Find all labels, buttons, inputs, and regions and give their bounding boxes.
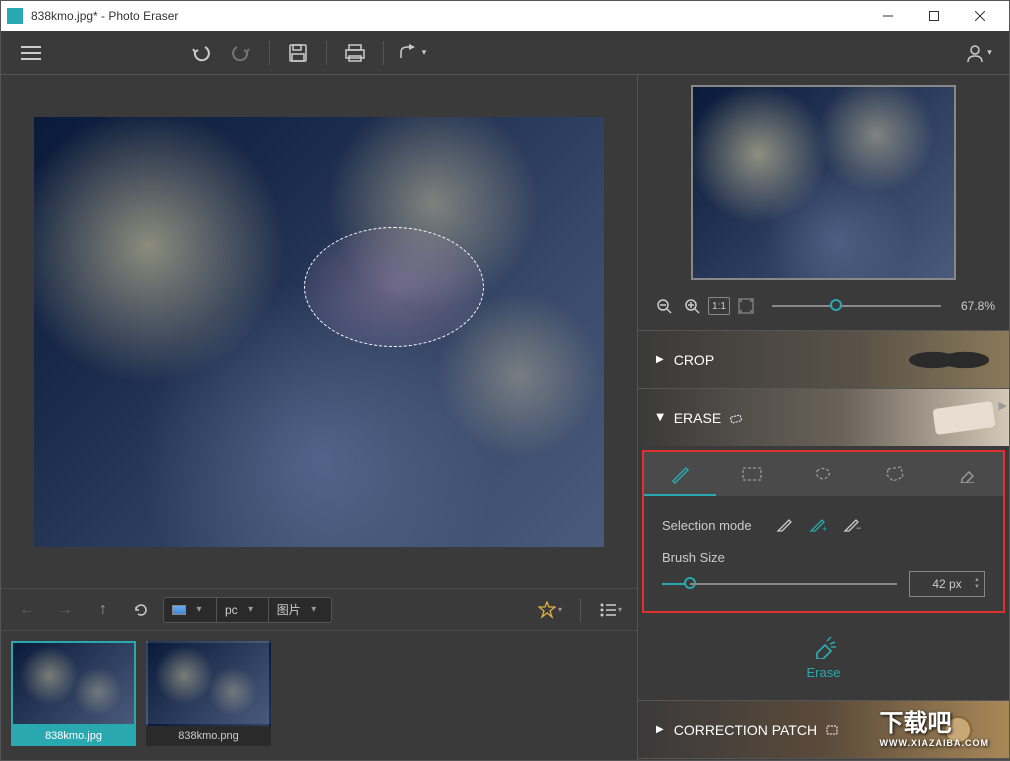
separator: [580, 598, 581, 622]
erase-tool-tabs: [644, 452, 1003, 496]
nav-up-button[interactable]: ↑: [87, 594, 119, 626]
window-title: 838kmo.jpg* - Photo Eraser: [31, 9, 865, 23]
canvas-viewport[interactable]: [1, 75, 637, 588]
brush-size-slider[interactable]: [662, 574, 897, 594]
selection-mode-add[interactable]: +: [806, 514, 830, 536]
svg-text:−: −: [856, 523, 861, 533]
brush-size-value[interactable]: 42 px ▲▼: [909, 571, 985, 597]
separator: [383, 41, 384, 65]
eraser-tool-tab[interactable]: [931, 452, 1003, 496]
patch-tool-icon: [825, 724, 839, 736]
canvas-area: ← → ↑ ▾ pc▾ 图片▾ ▾ ▾ 838kmo.jpg 838kmo.pn…: [1, 75, 637, 760]
erase-panel: Selection mode + − Brush Size 42 px ▲▼: [642, 450, 1005, 613]
crumb-pc[interactable]: pc: [225, 603, 238, 617]
thumbnail-image: [11, 641, 136, 726]
undo-button[interactable]: [181, 34, 221, 72]
selection-mode-new[interactable]: [772, 514, 796, 536]
share-button[interactable]: ▾: [392, 34, 432, 72]
thumbnail-label: 838kmo.jpg: [11, 726, 136, 746]
marquee-tool-tab[interactable]: [716, 452, 788, 496]
thumbnail-image: [146, 641, 271, 726]
accordion-correction[interactable]: ▶ CORRECTION PATCH: [638, 700, 1009, 758]
lasso-tool-tab[interactable]: [788, 452, 860, 496]
selection-marquee[interactable]: [304, 227, 484, 347]
accordion-erase[interactable]: ▶ ERASE: [638, 388, 1009, 446]
zoom-actual-button[interactable]: 1:1: [708, 297, 730, 315]
favorite-button[interactable]: ▾: [534, 594, 566, 626]
main-toolbar: ▾ ▾: [1, 31, 1009, 75]
print-button[interactable]: [335, 34, 375, 72]
zoom-value: 67.8%: [955, 299, 995, 313]
accordion-crop[interactable]: ▶ CROP: [638, 330, 1009, 388]
accordion-erase-label: ERASE: [674, 410, 721, 426]
maximize-button[interactable]: [911, 1, 957, 31]
canvas-image[interactable]: [34, 117, 604, 547]
panel-collapse-arrow[interactable]: ▶: [999, 399, 1007, 412]
separator: [326, 41, 327, 65]
brush-tool-tab[interactable]: [644, 452, 716, 496]
nav-refresh-button[interactable]: [125, 594, 157, 626]
accordion-crop-label: CROP: [674, 352, 714, 368]
spinner-icon[interactable]: ▲▼: [972, 572, 982, 596]
nav-forward-button[interactable]: →: [49, 594, 81, 626]
preview-image[interactable]: [691, 85, 956, 280]
separator: [269, 41, 270, 65]
close-button[interactable]: [957, 1, 1003, 31]
accordion-clone[interactable]: ▶ CLONE STAMP: [638, 758, 1009, 760]
selection-mode-label: Selection mode: [662, 518, 772, 533]
zoom-controls: 1:1 67.8%: [638, 290, 1009, 330]
tools-accordion: ▶ CROP ▶ ERASE Selection: [638, 330, 1009, 760]
erase-button[interactable]: Erase: [807, 637, 841, 680]
thumbnail-label: 838kmo.png: [146, 726, 271, 746]
chevron-right-icon: ▶: [656, 724, 664, 735]
brush-size-label: Brush Size: [662, 550, 985, 565]
view-options-button[interactable]: ▾: [595, 594, 627, 626]
erase-button-label: Erase: [807, 665, 841, 680]
erase-action-area: Erase: [638, 617, 1009, 700]
svg-text:+: +: [822, 524, 827, 533]
thumbnail-item[interactable]: 838kmo.jpg: [11, 641, 136, 750]
zoom-slider[interactable]: [772, 296, 941, 316]
account-button[interactable]: ▾: [959, 34, 999, 72]
window-titlebar: 838kmo.jpg* - Photo Eraser: [1, 1, 1009, 31]
thumbnail-item[interactable]: 838kmo.png: [146, 641, 271, 750]
zoom-out-button[interactable]: [652, 294, 676, 318]
thumbnail-strip: 838kmo.jpg 838kmo.png: [1, 630, 637, 760]
erase-tool-icon: [729, 412, 743, 424]
chevron-down-icon: ▶: [654, 414, 665, 422]
chevron-right-icon: ▶: [656, 354, 664, 365]
crumb-pictures[interactable]: 图片: [277, 601, 301, 618]
polygon-tool-tab[interactable]: [859, 452, 931, 496]
zoom-fit-button[interactable]: [734, 294, 758, 318]
eraser-icon: [811, 637, 837, 659]
selection-mode-subtract[interactable]: −: [840, 514, 864, 536]
filmstrip-navbar: ← → ↑ ▾ pc▾ 图片▾ ▾ ▾: [1, 588, 637, 630]
save-button[interactable]: [278, 34, 318, 72]
right-panel: 1:1 67.8% ▶ CROP ▶ ERASE: [637, 75, 1009, 760]
app-icon: [7, 8, 23, 24]
menu-button[interactable]: [11, 34, 51, 72]
computer-icon: [172, 605, 186, 615]
minimize-button[interactable]: [865, 1, 911, 31]
breadcrumb[interactable]: ▾ pc▾ 图片▾: [163, 597, 332, 623]
preview-area: [638, 75, 1009, 290]
nav-back-button[interactable]: ←: [11, 594, 43, 626]
redo-button[interactable]: [221, 34, 261, 72]
accordion-correction-label: CORRECTION PATCH: [674, 722, 817, 738]
zoom-in-button[interactable]: [680, 294, 704, 318]
